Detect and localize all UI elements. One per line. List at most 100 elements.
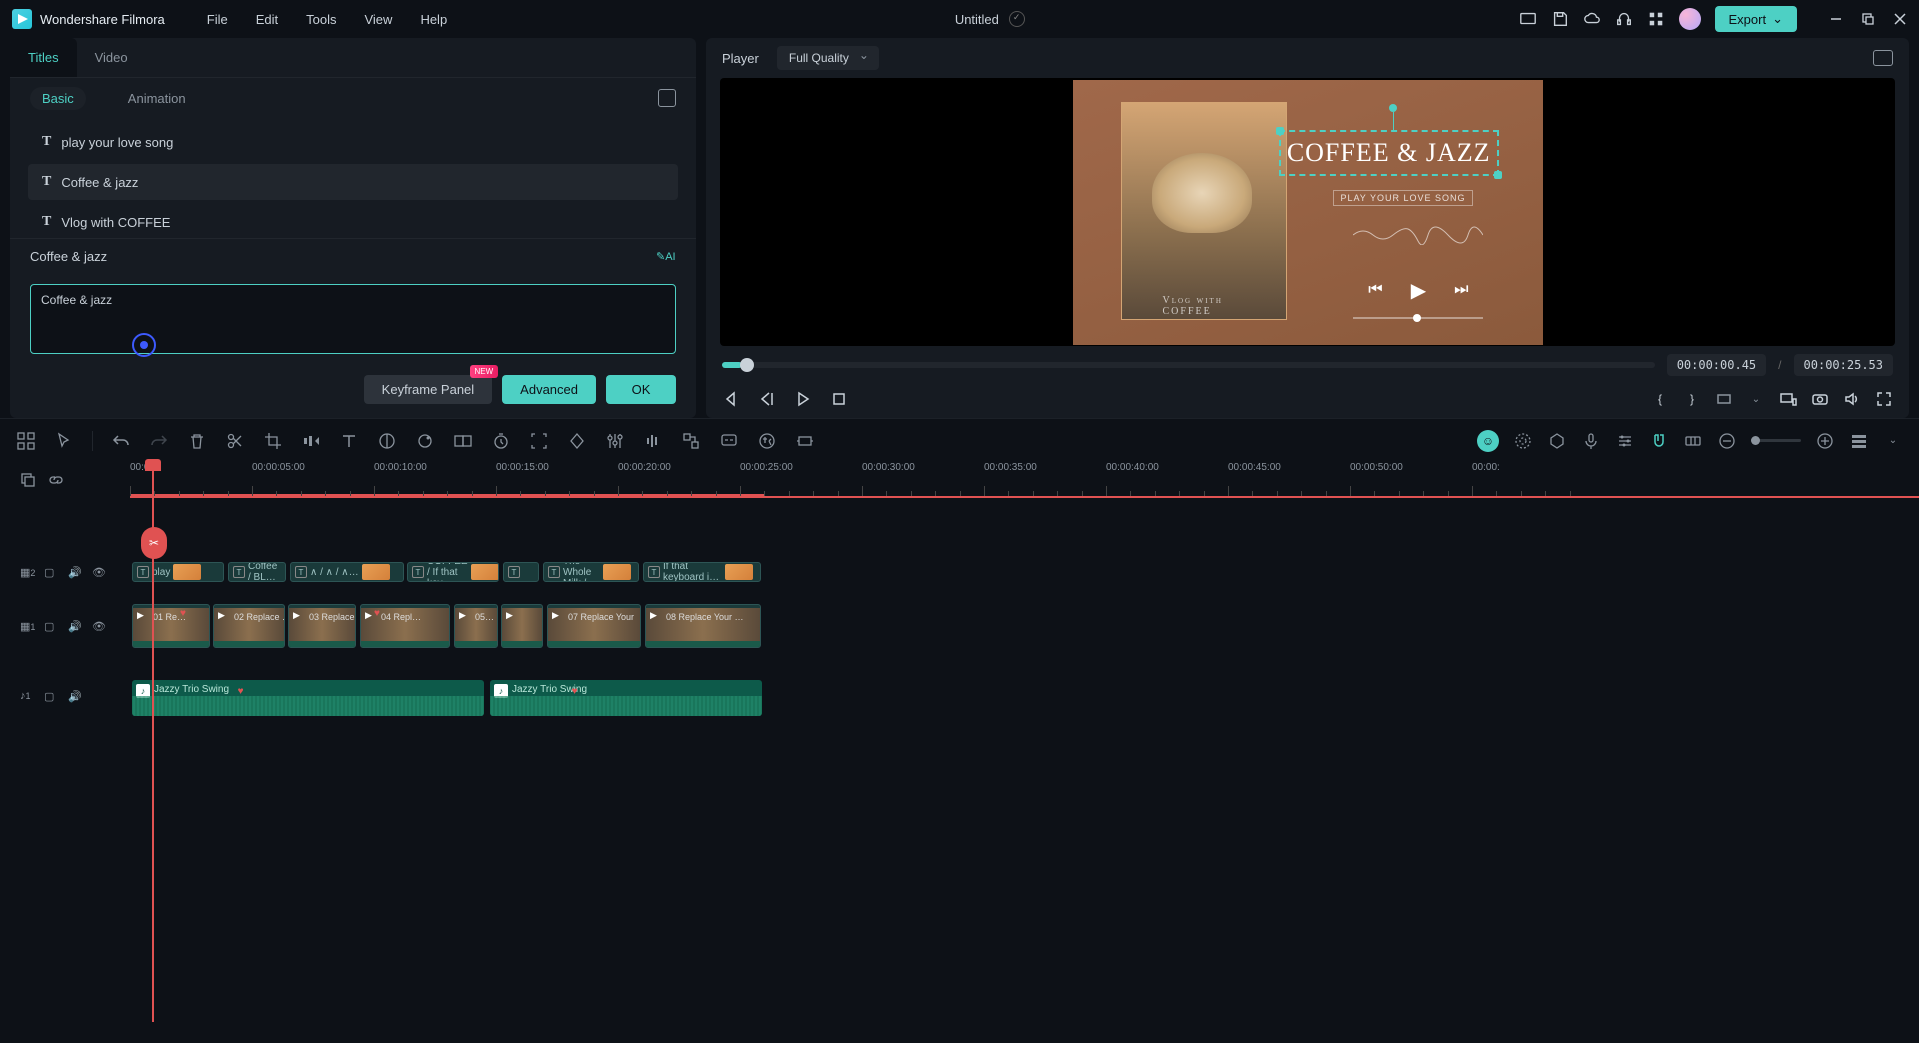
effects-button[interactable] <box>415 431 435 451</box>
title-clip[interactable]: Tplay <box>132 562 224 582</box>
video-track-icon[interactable]: ▦1 <box>20 620 34 634</box>
audio-track-content[interactable]: ♪Jazzy Trio Swing♥♪Jazzy Trio Swing♥ <box>130 674 1919 720</box>
display-icon[interactable] <box>1519 10 1537 28</box>
subtab-animation[interactable]: Animation <box>116 87 198 110</box>
mic-icon[interactable] <box>1581 431 1601 451</box>
video-track-icon[interactable]: ▦2 <box>20 566 34 580</box>
ok-button[interactable]: OK <box>606 375 676 404</box>
keyframe-button[interactable] <box>567 431 587 451</box>
visibility-icon[interactable]: 👁 <box>92 566 106 580</box>
undo-button[interactable] <box>111 431 131 451</box>
ai-tools-icon[interactable] <box>1513 431 1533 451</box>
visibility-icon[interactable]: 👁 <box>92 620 106 634</box>
zoom-thumb[interactable] <box>1751 436 1760 445</box>
split-button[interactable] <box>225 431 245 451</box>
volume-icon[interactable] <box>1843 390 1861 408</box>
audio-track-icon[interactable]: ♪1 <box>20 690 34 704</box>
text-item-2[interactable]: T Vlog with COFFEE <box>28 204 678 238</box>
save-icon[interactable] <box>1551 10 1569 28</box>
tab-titles[interactable]: Titles <box>10 38 77 77</box>
audio-clip[interactable]: ♪Jazzy Trio Swing♥ <box>490 680 762 716</box>
fit-button[interactable] <box>529 431 549 451</box>
timer-button[interactable] <box>491 431 511 451</box>
subtitle-button[interactable] <box>719 431 739 451</box>
support-icon[interactable] <box>1615 10 1633 28</box>
close-button[interactable] <box>1893 12 1907 26</box>
step-back-button[interactable] <box>722 390 740 408</box>
folder-icon[interactable]: ▢ <box>44 620 58 634</box>
pointer-tool-icon[interactable] <box>54 431 74 451</box>
title-clip[interactable]: T∧ / ∧ / ∧… <box>290 562 404 582</box>
fullscreen-icon[interactable] <box>1875 390 1893 408</box>
play-backward-button[interactable] <box>758 390 776 408</box>
link-icon[interactable] <box>1683 431 1703 451</box>
preview-photo[interactable]: Vlog with COFFEE <box>1121 102 1287 320</box>
folder-icon[interactable]: ▢ <box>44 690 58 704</box>
ai-edit-icon[interactable]: ✎AI <box>656 250 676 264</box>
snapshot-icon[interactable] <box>1873 50 1893 66</box>
play-button[interactable] <box>794 390 812 408</box>
minimize-button[interactable] <box>1829 12 1843 26</box>
video-clip[interactable]: 02 Replace … <box>213 604 285 648</box>
crop-button[interactable] <box>263 431 283 451</box>
detach-button[interactable] <box>1779 390 1797 408</box>
video-clip[interactable]: 05… <box>454 604 498 648</box>
title-clip[interactable]: TThe Whole Milk /… <box>543 562 639 582</box>
scrubber[interactable] <box>722 362 1655 368</box>
cloud-icon[interactable] <box>1583 10 1601 28</box>
zoom-in-button[interactable] <box>1815 431 1835 451</box>
advanced-button[interactable]: Advanced <box>502 375 596 404</box>
color-button[interactable] <box>377 431 397 451</box>
keyframe-panel-button[interactable]: Keyframe Panel NEW <box>364 375 493 404</box>
menu-help[interactable]: Help <box>406 12 461 27</box>
maximize-button[interactable] <box>1861 12 1875 26</box>
menu-file[interactable]: File <box>193 12 242 27</box>
transition-button[interactable] <box>453 431 473 451</box>
preview-title-selection[interactable]: COFFEE & JAZZ <box>1279 130 1499 176</box>
mixer-icon[interactable] <box>1615 431 1635 451</box>
text-content-input[interactable] <box>30 284 676 354</box>
zoom-out-button[interactable] <box>1717 431 1737 451</box>
apps-icon[interactable] <box>1647 10 1665 28</box>
user-avatar[interactable] <box>1679 8 1701 30</box>
video-clip[interactable] <box>501 604 543 648</box>
title-clip[interactable]: T <box>503 562 539 582</box>
folder-icon[interactable]: ▢ <box>44 566 58 580</box>
mark-in-button[interactable]: { <box>1651 390 1669 408</box>
menu-tools[interactable]: Tools <box>292 12 350 27</box>
title-track-content[interactable]: TplayTCoffee / BL…T∧ / ∧ / ∧…TCOFFEE / I… <box>130 548 1919 598</box>
text-button[interactable] <box>339 431 359 451</box>
export-button[interactable]: Export ⌄ <box>1715 6 1797 32</box>
link-icon[interactable] <box>48 472 64 488</box>
stop-button[interactable] <box>830 390 848 408</box>
video-clip[interactable]: 08 Replace Your … <box>645 604 761 648</box>
video-track-content[interactable]: 01 Re…02 Replace …03 Replace …04 Repl…05… <box>130 602 1919 652</box>
video-clip[interactable]: 07 Replace Your <box>547 604 641 648</box>
audio-clip[interactable]: ♪Jazzy Trio Swing♥ <box>132 680 484 716</box>
audio-adjust-button[interactable] <box>643 431 663 451</box>
zoom-slider[interactable] <box>1751 439 1801 442</box>
magnet-icon[interactable] <box>1649 431 1669 451</box>
chevron-down-icon[interactable]: ⌄ <box>1747 390 1765 408</box>
render-button[interactable]: ☺ <box>1477 430 1499 452</box>
title-clip[interactable]: TIf that keyboard i… <box>643 562 761 582</box>
group-button[interactable] <box>681 431 701 451</box>
menu-view[interactable]: View <box>350 12 406 27</box>
title-clip[interactable]: TCOFFEE / If that key… <box>407 562 499 582</box>
adjustment-button[interactable] <box>605 431 625 451</box>
menu-edit[interactable]: Edit <box>242 12 292 27</box>
mute-icon[interactable]: 🔊 <box>68 620 82 634</box>
speed-button[interactable] <box>301 431 321 451</box>
timeline-ruler[interactable]: 00:0000:00:05:0000:00:10:0000:00:15:0000… <box>130 462 1919 498</box>
mute-icon[interactable]: 🔊 <box>68 566 82 580</box>
rotate-handle[interactable] <box>1389 104 1397 112</box>
delete-button[interactable] <box>187 431 207 451</box>
redo-button[interactable] <box>149 431 169 451</box>
save-preset-icon[interactable] <box>658 89 676 107</box>
playhead-handle[interactable] <box>145 459 161 471</box>
expand-button[interactable] <box>795 431 815 451</box>
project-title[interactable]: Untitled <box>955 12 999 27</box>
media-browser-icon[interactable] <box>16 431 36 451</box>
tab-video[interactable]: Video <box>77 38 146 77</box>
split-at-playhead-button[interactable]: ✂ <box>141 527 167 559</box>
